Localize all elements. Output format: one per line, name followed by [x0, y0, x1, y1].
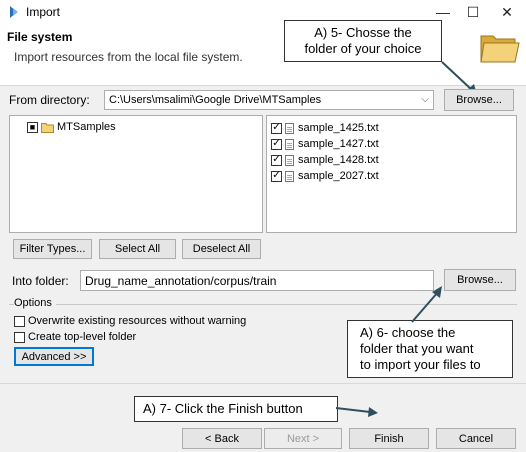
- page-title: File system: [7, 30, 73, 44]
- file-item[interactable]: ✓ sample_1425.txt: [271, 120, 379, 136]
- deselect-all-button[interactable]: Deselect All: [182, 239, 261, 259]
- callout-step-7-text: A) 7- Click the Finish button: [143, 401, 303, 416]
- file-checkbox[interactable]: ✓: [271, 154, 282, 166]
- filter-types-button[interactable]: Filter Types...: [13, 239, 92, 259]
- file-checkbox[interactable]: ✓: [271, 170, 282, 182]
- into-folder-input[interactable]: Drug_name_annotation/corpus/train: [80, 270, 434, 291]
- callout-step-6-arrow: [411, 286, 442, 323]
- overwrite-checkbox[interactable]: [14, 315, 25, 327]
- close-button[interactable]: ✕: [490, 0, 524, 24]
- file-item[interactable]: ✓ sample_1427.txt: [271, 136, 379, 152]
- folder-checkbox[interactable]: ■: [27, 121, 38, 133]
- window-title: Import: [26, 5, 61, 19]
- finish-button[interactable]: Finish: [349, 428, 429, 449]
- chevron-down-icon[interactable]: ⌵: [421, 94, 429, 105]
- create-top-level-label: Create top-level folder: [28, 331, 137, 343]
- folder-icon: [41, 122, 54, 133]
- from-directory-combo[interactable]: C:\Users\msalimi\Google Drive\MTSamples …: [104, 90, 434, 110]
- text-file-icon: [285, 122, 294, 134]
- eclipse-app-icon: [10, 6, 18, 18]
- callout-step-6-line3: to import your files to: [360, 357, 481, 372]
- overwrite-label: Overwrite existing resources without war…: [28, 315, 247, 327]
- file-checkbox[interactable]: ✓: [271, 138, 282, 150]
- from-directory-browse-button[interactable]: Browse...: [444, 89, 514, 111]
- maximize-button[interactable]: ☐: [456, 0, 490, 24]
- text-file-icon: [285, 138, 294, 150]
- callout-step-6: A) 6- choose the folder that you want to…: [347, 320, 513, 378]
- file-checkbox[interactable]: ✓: [271, 122, 282, 134]
- file-name: sample_1428.txt: [298, 154, 379, 166]
- overwrite-option[interactable]: Overwrite existing resources without war…: [14, 313, 246, 329]
- back-button[interactable]: < Back: [182, 428, 262, 449]
- callout-step-5: A) 5- Chosse the folder of your choice: [284, 20, 442, 62]
- callout-step-7-arrow: [336, 407, 378, 417]
- folder-tree-pane[interactable]: ■ MTSamples: [9, 115, 263, 233]
- callout-step-5-line2: folder of your choice: [304, 41, 422, 56]
- tree-item-mtsamples[interactable]: ■ MTSamples: [16, 119, 116, 135]
- file-item[interactable]: ✓ sample_1428.txt: [271, 152, 379, 168]
- next-button[interactable]: Next >: [264, 428, 342, 449]
- advanced-button[interactable]: Advanced >>: [14, 347, 94, 366]
- text-file-icon: [285, 170, 294, 182]
- into-folder-label: Into folder:: [12, 274, 69, 288]
- create-top-level-option[interactable]: Create top-level folder: [14, 329, 136, 345]
- callout-step-7: A) 7- Click the Finish button: [134, 396, 338, 422]
- from-directory-label: From directory:: [9, 93, 90, 107]
- footer-divider: [0, 383, 526, 384]
- file-list-pane[interactable]: ✓ sample_1425.txt ✓ sample_1427.txt ✓ sa…: [266, 115, 517, 233]
- text-file-icon: [285, 154, 294, 166]
- page-description: Import resources from the local file sys…: [14, 50, 243, 64]
- create-top-level-checkbox[interactable]: [14, 331, 25, 343]
- file-name: sample_1425.txt: [298, 122, 379, 134]
- select-all-button[interactable]: Select All: [99, 239, 176, 259]
- callout-step-6-line2: folder that you want: [360, 341, 474, 356]
- from-directory-value: C:\Users\msalimi\Google Drive\MTSamples: [109, 94, 322, 106]
- options-group-label: Options: [14, 297, 56, 309]
- callout-step-5-line1: A) 5- Chosse the: [314, 25, 412, 40]
- tree-item-label: MTSamples: [57, 121, 116, 133]
- cancel-button[interactable]: Cancel: [436, 428, 516, 449]
- file-item[interactable]: ✓ sample_2027.txt: [271, 168, 379, 184]
- file-name: sample_1427.txt: [298, 138, 379, 150]
- callout-step-6-line1: A) 6- choose the: [360, 325, 456, 340]
- file-name: sample_2027.txt: [298, 170, 379, 182]
